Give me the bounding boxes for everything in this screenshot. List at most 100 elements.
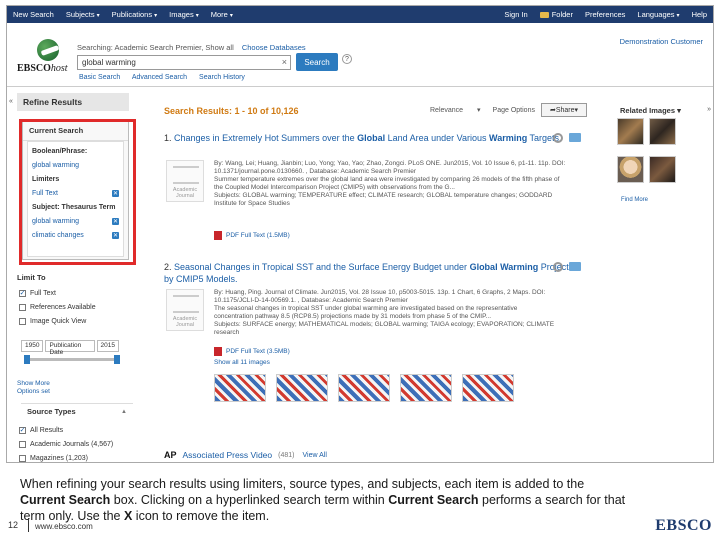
top-nav-bar: New Search Subjects ▾ Publications ▾ Image…	[7, 6, 713, 23]
options-set-link[interactable]: Options set	[17, 388, 50, 396]
slider-handle-right[interactable]	[114, 355, 120, 364]
limiter-term-link[interactable]: Full Text	[32, 190, 58, 197]
all-results-checkbox[interactable]: All Results	[19, 427, 63, 434]
pubdate-from-input[interactable]: 1950	[21, 340, 44, 352]
checkbox-checked-icon	[19, 427, 26, 434]
figure-thumbnail[interactable]	[338, 374, 390, 402]
related-image-thumbnail[interactable]	[649, 118, 676, 145]
related-images-heading[interactable]: Related Images ▾	[620, 106, 681, 115]
pdf-icon	[214, 347, 222, 356]
full-text-checkbox[interactable]: Full Text	[19, 290, 56, 297]
find-more-link[interactable]: Find More	[621, 197, 648, 203]
ebscohost-logo[interactable]: EBSCOhost	[17, 39, 77, 79]
add-to-folder-icon[interactable]	[569, 133, 581, 142]
help-question-icon[interactable]: ?	[342, 54, 352, 64]
nav-more[interactable]: More ▾	[205, 10, 239, 19]
figure-thumbnail[interactable]	[462, 374, 514, 402]
limiters-label: Limiters	[32, 176, 60, 183]
pdf-full-text-link[interactable]: PDF Full Text (3.5MB)	[214, 347, 290, 356]
related-image-thumbnail[interactable]	[649, 156, 676, 183]
current-search-heading: Current Search	[23, 121, 128, 141]
limit-to-heading: Limit To	[17, 273, 46, 282]
boolean-phrase-label: Boolean/Phrase:	[32, 148, 88, 155]
search-header: EBSCOhost Searching: Academic Search Pre…	[7, 23, 713, 87]
ebsco-app-window: New Search Subjects ▾ Publications ▾ Image…	[6, 5, 714, 463]
chevron-down-icon: ▾	[195, 13, 199, 19]
nav-subjects[interactable]: Subjects ▾	[60, 10, 106, 19]
slider-handle-left[interactable]	[24, 355, 30, 364]
nav-languages[interactable]: Languages ▾	[631, 10, 685, 19]
result-item: 1. Changes in Extremely Hot Summers over…	[164, 132, 589, 247]
result-title-link[interactable]: 2. Seasonal Changes in Tropical SST and …	[164, 261, 589, 285]
remove-subject-x-icon[interactable]: ✕	[112, 218, 119, 225]
folder-icon	[539, 12, 549, 19]
relevance-dropdown[interactable]: Relevance ▾	[430, 106, 481, 114]
search-button[interactable]: Search	[296, 53, 338, 71]
show-all-images-link[interactable]: Show all 11 images	[214, 359, 270, 366]
associated-press-video-link[interactable]: Associated Press Video	[183, 450, 273, 460]
result-title-link[interactable]: 1. Changes in Extremely Hot Summers over…	[164, 132, 589, 144]
nav-new-search[interactable]: New Search	[7, 10, 60, 19]
source-types-heading[interactable]: Source Types ▲	[21, 403, 133, 419]
basic-search-link[interactable]: Basic Search	[79, 74, 120, 81]
pubdate-to-input[interactable]: 2015	[96, 340, 119, 352]
subject-thesaurus-label: Subject: Thesaurus Term	[32, 204, 116, 211]
nav-preferences[interactable]: Preferences	[579, 10, 631, 19]
search-mode-links: Basic Search Advanced Search Search Hist…	[79, 74, 255, 81]
ap-logo-icon: AP	[164, 450, 177, 460]
related-image-thumbnail[interactable]	[617, 118, 644, 145]
remove-limiter-x-icon[interactable]: ✕	[112, 190, 119, 197]
preview-magnifier-icon[interactable]	[553, 133, 563, 143]
nav-sign-in[interactable]: Sign In	[498, 10, 533, 19]
clear-search-icon[interactable]: ×	[282, 57, 287, 67]
publication-date-range: 1950 Publication Date 2015	[21, 340, 121, 356]
result-figure-thumbnails	[214, 374, 524, 402]
publication-date-slider[interactable]	[24, 355, 120, 364]
result-item: 2. Seasonal Changes in Tropical SST and …	[164, 261, 589, 371]
result-metadata: By: Huang, Ping. Journal of Climate. Jun…	[214, 289, 555, 336]
boolean-term-link[interactable]: global warming	[32, 162, 79, 169]
pdf-icon	[214, 231, 222, 240]
chevron-down-icon: ▾	[154, 13, 158, 19]
figure-thumbnail[interactable]	[214, 374, 266, 402]
preview-magnifier-icon[interactable]	[553, 262, 563, 272]
view-all-link[interactable]: View All	[302, 452, 326, 459]
collapse-right-panel-icon[interactable]: »	[707, 106, 711, 113]
academic-journals-checkbox[interactable]: Academic Journals (4,567)	[19, 441, 113, 448]
references-available-checkbox[interactable]: References Available	[19, 304, 96, 311]
search-input[interactable]: global warming ×	[77, 55, 291, 70]
ebsco-footer-logo: EBSCO	[655, 517, 712, 534]
search-history-link[interactable]: Search History	[199, 74, 245, 81]
academic-journal-thumbnail[interactable]: Academic Journal	[166, 289, 204, 331]
subject-term-link[interactable]: climatic changes	[32, 232, 84, 239]
nav-help[interactable]: Help	[686, 10, 713, 19]
show-more-link[interactable]: Show More	[17, 380, 50, 388]
advanced-search-link[interactable]: Advanced Search	[132, 74, 187, 81]
figure-thumbnail[interactable]	[400, 374, 452, 402]
search-results-heading: Search Results: 1 - 10 of 10,126	[164, 106, 299, 116]
nav-publications[interactable]: Publications ▾	[106, 10, 163, 19]
slide-caption: When refining your search results using …	[20, 477, 626, 523]
add-to-folder-icon[interactable]	[569, 262, 581, 271]
pdf-full-text-link[interactable]: PDF Full Text (1.5MB)	[214, 231, 290, 240]
subject-term-link[interactable]: global warming	[32, 218, 79, 225]
associated-press-video-row: AP Associated Press Video (481) View All	[164, 450, 327, 460]
video-count: (481)	[278, 451, 295, 459]
figure-thumbnail[interactable]	[276, 374, 328, 402]
globe-logo-icon	[37, 39, 59, 61]
footer-divider	[28, 518, 29, 532]
nav-folder[interactable]: Folder	[534, 10, 579, 19]
collapse-left-panel-icon[interactable]: «	[9, 98, 13, 105]
collapse-section-icon[interactable]: ▲	[121, 409, 127, 415]
academic-journal-thumbnail[interactable]: Academic Journal	[166, 160, 204, 202]
nav-images[interactable]: Images ▾	[163, 10, 205, 19]
refine-results-title: Refine Results	[17, 93, 129, 111]
related-image-thumbnail[interactable]	[617, 156, 644, 183]
magazines-checkbox[interactable]: Magazines (1,203)	[19, 455, 88, 462]
image-quick-view-checkbox[interactable]: Image Quick View	[19, 318, 86, 325]
share-button[interactable]: ➦ Share ▾	[541, 103, 587, 117]
remove-subject-x-icon[interactable]: ✕	[112, 232, 119, 239]
institution-name: Demonstration Customer	[619, 37, 703, 46]
pubdate-label: Publication Date	[45, 340, 95, 356]
choose-databases-link[interactable]: Choose Databases	[242, 43, 306, 52]
